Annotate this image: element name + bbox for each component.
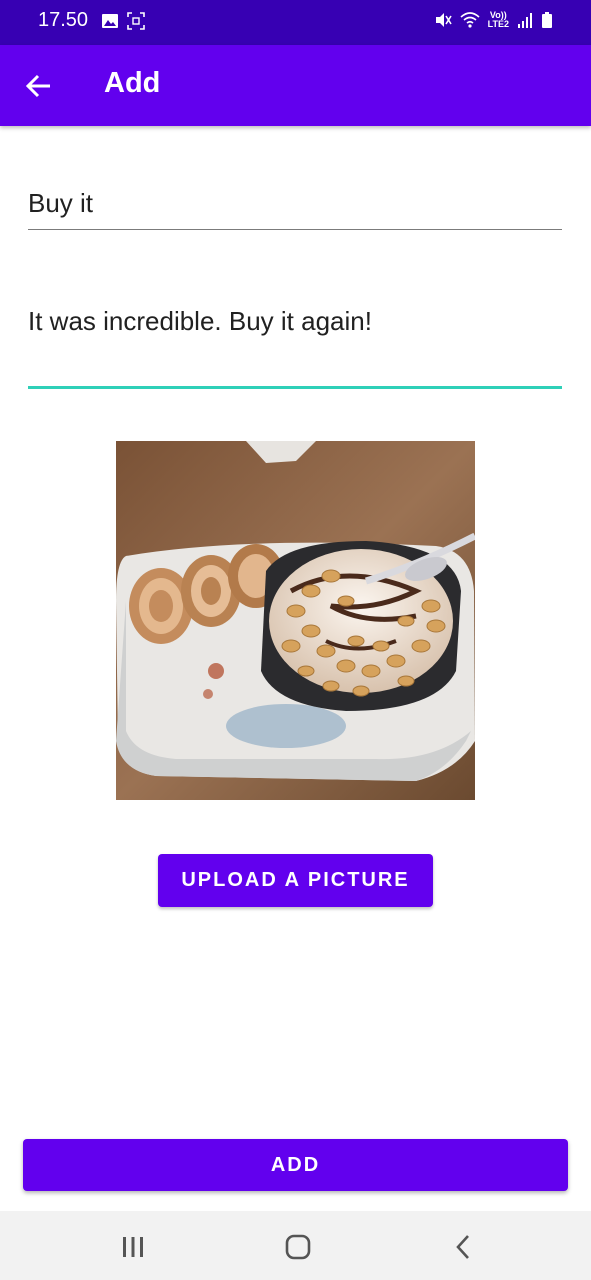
app-bar: Add	[0, 45, 591, 126]
status-right-icons: Vo)) LTE2	[434, 11, 553, 29]
status-bar: 17.50 Vo)) LTE2	[0, 0, 591, 45]
volte-indicator: Vo)) LTE2	[488, 11, 509, 29]
wifi-icon	[460, 12, 480, 28]
system-nav-bar	[0, 1211, 591, 1280]
home-icon	[285, 1234, 311, 1260]
back-icon	[456, 1235, 469, 1259]
lte-label: LTE2	[487, 19, 509, 29]
mute-icon	[435, 13, 452, 27]
home-button[interactable]	[282, 1231, 314, 1263]
status-left-icons	[101, 12, 145, 30]
add-button[interactable]: ADD	[23, 1139, 568, 1191]
title-input-value[interactable]: Buy it	[28, 188, 562, 219]
description-field[interactable]: It was incredible. Buy it again!	[28, 306, 562, 389]
gallery-icon	[102, 14, 118, 28]
status-time: 17.50	[38, 9, 89, 31]
arrow-back-icon	[25, 74, 50, 98]
system-back-button[interactable]	[448, 1231, 480, 1263]
recents-icon	[123, 1237, 143, 1257]
signal-icon	[518, 13, 532, 28]
upload-picture-button[interactable]: UPLOAD A PICTURE	[158, 854, 433, 907]
selected-picture	[116, 441, 475, 800]
dessert-photo	[116, 441, 475, 800]
page-title: Add	[104, 67, 161, 99]
back-button[interactable]	[20, 67, 58, 105]
screenshot-icon	[127, 12, 145, 30]
title-field[interactable]: Buy it	[28, 188, 562, 230]
battery-icon	[542, 12, 552, 28]
recents-button[interactable]	[117, 1231, 149, 1263]
description-input-value[interactable]: It was incredible. Buy it again!	[28, 306, 562, 337]
